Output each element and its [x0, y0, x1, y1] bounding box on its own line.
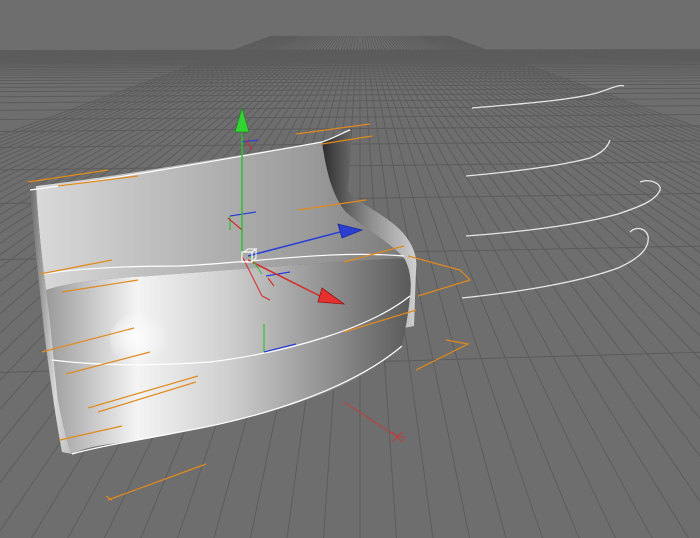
surface-highlight	[110, 310, 190, 370]
viewport-canvas[interactable]	[0, 0, 700, 538]
3d-viewport[interactable]	[0, 0, 700, 538]
